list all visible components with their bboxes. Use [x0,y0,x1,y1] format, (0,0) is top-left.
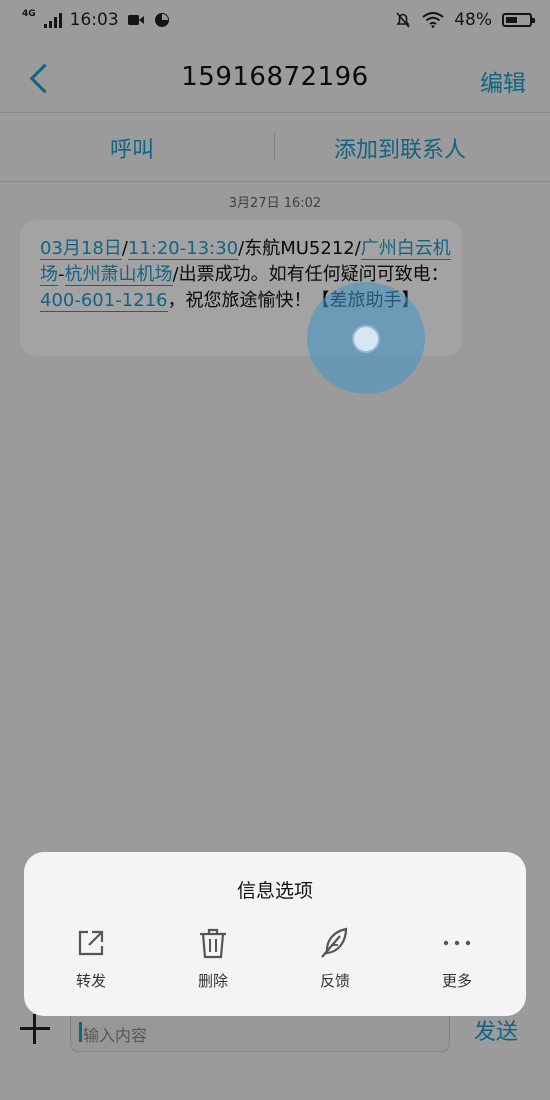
more-label: 更多 [441,972,472,990]
trash-icon [196,926,230,960]
message-options-sheet: 信息选项 转发 删除 反馈 更多 [24,852,526,1016]
feedback-label: 反馈 [319,972,350,990]
share-icon [74,926,108,960]
sheet-title: 信息选项 [236,880,313,902]
forward-label: 转发 [75,972,106,990]
more-icon [440,926,474,960]
feedback-option[interactable]: 反馈 [290,926,380,991]
delete-option[interactable]: 删除 [168,926,258,991]
delete-label: 删除 [197,972,228,990]
sms-conversation-screen: 4G 16:03 48% 15916872196 编辑 呼叫 添加到联系人 3月… [0,0,550,1100]
forward-option[interactable]: 转发 [46,926,136,991]
more-option[interactable]: 更多 [412,926,502,991]
touch-point [352,325,380,353]
feather-icon [318,926,352,960]
